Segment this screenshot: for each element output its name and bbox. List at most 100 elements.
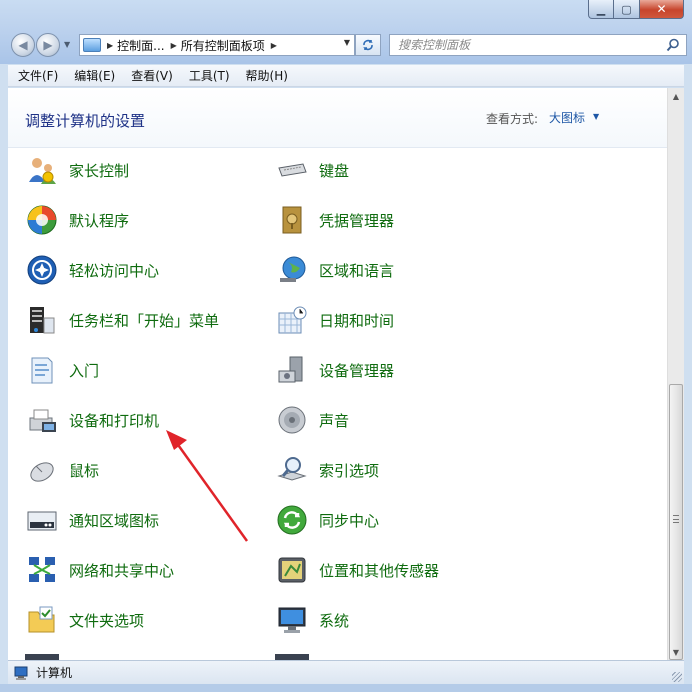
item-system[interactable]: 系统	[275, 600, 349, 640]
item-device-manager[interactable]: 设备管理器	[275, 350, 394, 390]
scrollbar-thumb[interactable]	[669, 384, 683, 660]
item-label: 索引选项	[319, 461, 380, 480]
item-label: 任务栏和「开始」菜单	[69, 311, 220, 330]
mouse-icon	[25, 453, 59, 487]
close-button[interactable]: ✕	[640, 0, 684, 19]
search-icon[interactable]	[666, 38, 680, 52]
item-sync-center[interactable]: 同步中心	[275, 500, 379, 540]
item-label: 轻松访问中心	[69, 261, 160, 280]
refresh-button[interactable]	[355, 34, 381, 56]
item-mouse[interactable]: 鼠标	[25, 450, 99, 490]
item-label: 通知区域图标	[69, 511, 160, 530]
network-sharing-icon	[25, 553, 59, 587]
item-keyboard[interactable]: 键盘	[275, 150, 349, 190]
item-default-programs[interactable]: 默认程序	[25, 200, 129, 240]
breadcrumb-control-panel[interactable]: 控制面...	[117, 37, 164, 54]
recent-pages-dropdown[interactable]: ▼	[64, 40, 70, 49]
item-notification-area[interactable]: 通知区域图标	[25, 500, 159, 540]
address-bar[interactable]: ▶ 控制面... ▶ 所有控制面板项 ▶ ▼	[79, 34, 355, 56]
item-folder-options[interactable]: 文件夹选项	[25, 600, 144, 640]
item-indexing-options[interactable]: 索引选项	[275, 450, 379, 490]
navigation-bar: ◀ ▶ ▼ ▶ 控制面... ▶ 所有控制面板项 ▶ ▼	[8, 30, 688, 60]
item-label: 入门	[69, 361, 100, 380]
item-label: 鼠标	[69, 461, 100, 480]
item-label: 系统	[319, 611, 350, 630]
chevron-right-icon[interactable]: ▶	[107, 41, 113, 50]
item-taskbar-start-menu[interactable]: 任务栏和「开始」菜单	[25, 300, 219, 340]
content-pane: 调整计算机的设置 查看方式: 大图标 ▼ 家长控制 默认程序 轻松访问中心 任务…	[8, 88, 667, 660]
keyboard-icon	[275, 153, 309, 187]
menu-file[interactable]: 文件(F)	[8, 67, 64, 84]
menu-help[interactable]: 帮助(H)	[236, 67, 294, 84]
sync-center-icon	[275, 503, 309, 537]
search-box	[389, 34, 687, 56]
default-programs-icon	[25, 203, 59, 237]
folder-options-icon	[25, 603, 59, 637]
chevron-right-icon[interactable]: ▶	[171, 41, 177, 50]
caption-buttons: ▁ ▢ ✕	[588, 0, 684, 19]
item-label: 声音	[319, 411, 350, 430]
item-label: 文件夹选项	[69, 611, 145, 630]
devices-printers-icon	[25, 403, 59, 437]
item-label: 设备管理器	[319, 361, 395, 380]
minimize-button[interactable]: ▁	[588, 0, 614, 19]
breadcrumb-all-items[interactable]: 所有控制面板项	[181, 37, 265, 54]
item-region-language[interactable]: 区域和语言	[275, 250, 394, 290]
menu-edit[interactable]: 编辑(E)	[64, 67, 121, 84]
address-dropdown-icon[interactable]: ▼	[344, 38, 350, 47]
item-label: 凭据管理器	[319, 211, 395, 230]
item-label: 默认程序	[69, 211, 130, 230]
region-language-icon	[275, 253, 309, 287]
getting-started-icon	[25, 353, 59, 387]
maximize-button[interactable]: ▢	[614, 0, 640, 19]
item-label: 位置和其他传感器	[319, 561, 440, 580]
chevron-down-icon[interactable]: ▼	[593, 112, 599, 121]
view-by-label: 查看方式:	[486, 112, 539, 126]
item-sound[interactable]: 声音	[275, 400, 349, 440]
item-credential-manager[interactable]: 凭据管理器	[275, 200, 394, 240]
menu-bar: 文件(F) 编辑(E) 查看(V) 工具(T) 帮助(H)	[8, 65, 684, 87]
scroll-down-arrow-icon[interactable]: ▼	[668, 644, 684, 660]
item-label: 日期和时间	[319, 311, 395, 330]
item-label: 键盘	[319, 161, 350, 180]
item-network-sharing[interactable]: 网络和共享中心	[25, 550, 174, 590]
item-date-time[interactable]: 日期和时间	[275, 300, 394, 340]
item-label: 家长控制	[69, 161, 130, 180]
location-sensors-icon	[275, 553, 309, 587]
date-time-icon	[275, 303, 309, 337]
system-icon	[275, 603, 309, 637]
taskbar-start-menu-icon	[25, 303, 59, 337]
refresh-icon	[363, 39, 373, 51]
item-location-sensors[interactable]: 位置和其他传感器	[275, 550, 439, 590]
window-frame-bottom	[0, 684, 692, 692]
content-header: 调整计算机的设置 查看方式: 大图标 ▼	[8, 88, 667, 148]
sound-icon	[275, 403, 309, 437]
item-devices-printers[interactable]: 设备和打印机	[25, 400, 159, 440]
computer-icon	[14, 666, 28, 680]
item-parental-controls[interactable]: 家长控制	[25, 150, 129, 190]
view-by-dropdown[interactable]: 大图标	[549, 109, 585, 126]
grip-icon	[673, 515, 679, 523]
item-label: 设备和打印机	[69, 411, 160, 430]
search-input[interactable]	[390, 35, 650, 55]
item-getting-started[interactable]: 入门	[25, 350, 99, 390]
vertical-scrollbar[interactable]: ▲ ▼	[667, 88, 684, 660]
chevron-right-icon[interactable]: ▶	[271, 41, 277, 50]
ease-of-access-icon	[25, 253, 59, 287]
status-text: 计算机	[36, 666, 73, 680]
notification-area-icon	[25, 503, 59, 537]
item-label: 同步中心	[319, 511, 380, 530]
status-bar: 计算机	[8, 660, 684, 684]
page-title: 调整计算机的设置	[25, 112, 146, 130]
menu-tools[interactable]: 工具(T)	[179, 67, 236, 84]
device-manager-icon	[275, 353, 309, 387]
menu-view[interactable]: 查看(V)	[121, 67, 179, 84]
item-ease-of-access[interactable]: 轻松访问中心	[25, 250, 159, 290]
control-panel-icon	[83, 38, 101, 52]
resize-grip[interactable]	[672, 672, 682, 682]
back-button[interactable]: ◀	[11, 33, 35, 57]
forward-button[interactable]: ▶	[36, 33, 60, 57]
scroll-up-arrow-icon[interactable]: ▲	[668, 88, 684, 104]
indexing-options-icon	[275, 453, 309, 487]
item-label: 网络和共享中心	[69, 561, 175, 580]
